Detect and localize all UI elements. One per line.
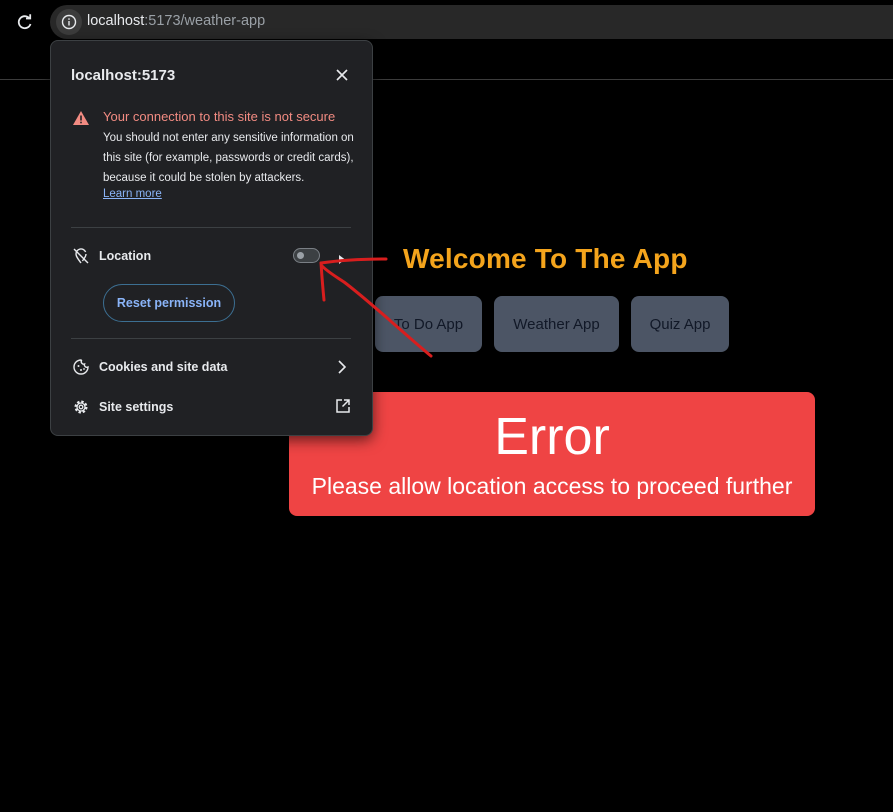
warning-icon xyxy=(72,110,90,126)
url-path: :5173/weather-app xyxy=(144,13,266,29)
open-external-icon[interactable] xyxy=(335,398,351,414)
error-message: Please allow location access to proceed … xyxy=(311,473,793,499)
location-off-icon xyxy=(72,247,90,265)
chevron-right-icon[interactable] xyxy=(337,360,347,374)
url-text[interactable]: localhost:5173/weather-app xyxy=(87,13,265,29)
location-toggle[interactable] xyxy=(293,248,320,263)
weather-app-button[interactable]: Weather App xyxy=(494,296,619,352)
site-settings-label[interactable]: Site settings xyxy=(99,400,173,414)
gear-icon xyxy=(72,398,90,416)
cookie-icon xyxy=(72,358,90,376)
todo-app-button[interactable]: To Do App xyxy=(375,296,482,352)
warning-body: You should not enter any sensitive infor… xyxy=(103,132,354,184)
welcome-heading: Welcome To The App xyxy=(403,243,688,274)
site-info-popup: localhost:5173 Your connection to this s… xyxy=(50,40,373,436)
divider xyxy=(71,338,351,339)
location-label: Location xyxy=(99,249,152,263)
close-icon[interactable] xyxy=(332,65,352,85)
reload-icon[interactable] xyxy=(15,12,35,32)
quiz-app-button[interactable]: Quiz App xyxy=(631,296,729,352)
expand-arrow-icon[interactable] xyxy=(339,251,345,264)
reset-permission-button[interactable]: Reset permission xyxy=(103,284,235,322)
learn-more-link[interactable]: Learn more xyxy=(103,188,162,200)
popup-title: localhost:5173 xyxy=(71,67,176,84)
address-bar[interactable]: localhost:5173/weather-app xyxy=(50,5,893,39)
browser-toolbar: localhost:5173/weather-app xyxy=(0,0,893,44)
cookies-label[interactable]: Cookies and site data xyxy=(99,360,228,374)
toggle-knob xyxy=(297,252,304,259)
url-host: localhost xyxy=(87,13,145,29)
divider xyxy=(71,227,351,228)
warning-title: Your connection to this site is not secu… xyxy=(103,109,336,124)
info-icon[interactable] xyxy=(56,9,82,35)
